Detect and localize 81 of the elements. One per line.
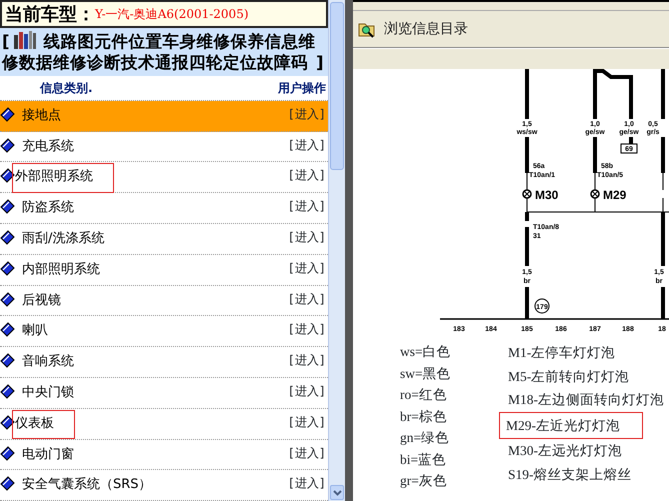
category-label: 音响系统 xyxy=(21,353,75,372)
component-legend-item: M1-左停车灯灯泡 xyxy=(507,344,616,362)
component-legend-item: M29-左近光灯灯泡 xyxy=(499,412,643,439)
scroll-down-button[interactable] xyxy=(330,485,344,500)
bracket-text: [ xyxy=(2,32,10,51)
viewer-title: 浏览信息目录 xyxy=(384,20,468,38)
model-value: Y-一汽-奥迪A6(2001-2005) xyxy=(95,6,249,23)
enter-link[interactable]: [进入] xyxy=(288,166,326,184)
wire xyxy=(594,198,596,212)
fuse-box xyxy=(620,144,638,154)
color-legend-item: bi=蓝色 xyxy=(400,450,448,468)
category-row[interactable]: 外部照明系统 [进入] xyxy=(0,162,328,194)
pencil-icon xyxy=(0,167,16,184)
category-label: 充电系统 xyxy=(21,138,75,156)
category-label: 仪表板 xyxy=(12,410,75,440)
enter-link[interactable]: [进入] xyxy=(288,258,326,277)
component-legend-item: S19-熔丝支架上熔丝 xyxy=(507,466,633,484)
title-text: 修数据维修诊断技术通报四轮定位故障码 xyxy=(2,53,308,72)
category-label: 喇叭 xyxy=(21,322,49,340)
pencil-icon xyxy=(0,321,16,338)
color-legend-item: ws=白色 xyxy=(400,343,452,361)
enter-link[interactable]: [进入] xyxy=(288,444,326,462)
pencil-icon xyxy=(0,475,16,492)
enter-link[interactable]: [进入] xyxy=(288,290,326,308)
color-legend-item: gr=灰色 xyxy=(400,472,448,490)
enter-link[interactable]: [进入] xyxy=(288,320,326,338)
category-label: 接地点 xyxy=(21,107,62,125)
column-header: 用户操作 xyxy=(278,80,326,97)
category-label: 雨刮/洗涤系统 xyxy=(21,230,106,248)
enter-link[interactable]: [进入] xyxy=(288,382,326,400)
component-legend-item: M30-左远光灯灯泡 xyxy=(507,442,623,460)
chevron-down-icon xyxy=(332,490,342,496)
category-label: 安全气囊系统（SRS） xyxy=(21,476,153,494)
color-legend-item: gn=绿色 xyxy=(400,429,450,447)
pencil-icon xyxy=(0,106,16,122)
enter-link[interactable]: [进入] xyxy=(288,105,326,123)
category-label: 防盗系统 xyxy=(21,199,75,218)
color-legend-item: sw=黑色 xyxy=(400,364,452,382)
wire xyxy=(593,69,633,119)
wire xyxy=(525,227,529,266)
scrollbar[interactable] xyxy=(328,0,345,501)
scrollbar-thumb[interactable] xyxy=(330,2,344,170)
bracket-text: ] xyxy=(316,53,324,72)
pencil-icon xyxy=(0,136,16,153)
enter-link[interactable]: [进入] xyxy=(288,228,326,246)
pencil-icon xyxy=(0,229,16,246)
pencil-icon xyxy=(0,352,16,368)
color-legend-item: ro=红色 xyxy=(400,386,448,404)
category-label: 电动门窗 xyxy=(21,446,75,464)
pencil-icon xyxy=(0,260,16,276)
component-legend-item: M5-左前转向灯灯泡 xyxy=(507,368,630,386)
model-label: 当前车型： xyxy=(5,2,95,26)
category-label: 外部照明系统 xyxy=(12,163,114,193)
wire xyxy=(661,287,665,319)
column-header: 信息类别. xyxy=(40,80,93,97)
enter-link[interactable]: [进入] xyxy=(288,412,326,431)
enter-link[interactable]: [进入] xyxy=(288,136,326,154)
enter-link[interactable]: [进入] xyxy=(288,197,326,216)
ground-point-circle xyxy=(534,298,550,314)
pencil-icon xyxy=(0,198,16,214)
enter-link[interactable]: [进入] xyxy=(288,474,326,492)
component-label: M30 xyxy=(535,188,558,202)
category-row[interactable]: 接地点 [进入] xyxy=(0,101,328,132)
pencil-icon xyxy=(0,382,16,399)
lamp-symbol xyxy=(522,189,532,199)
color-legend-item: br=棕色 xyxy=(400,408,448,426)
component-legend-item: M18-左边侧面转向灯灯泡 xyxy=(507,391,665,409)
lamp-symbol xyxy=(590,189,600,199)
books-icon xyxy=(12,30,38,50)
title-text: 线路图元件位置车身维修保养信息维 xyxy=(44,32,316,51)
component-label: M29 xyxy=(603,188,626,202)
pencil-icon xyxy=(0,290,16,307)
category-label: 中央门锁 xyxy=(21,384,75,402)
pencil-icon xyxy=(0,414,16,430)
category-label: 后视镜 xyxy=(21,292,62,310)
wire xyxy=(629,137,633,144)
category-row[interactable]: 仪表板 [进入] xyxy=(0,408,328,440)
category-label: 内部照明系统 xyxy=(21,260,101,279)
pencil-icon xyxy=(0,444,16,461)
enter-link[interactable]: [进入] xyxy=(288,351,326,370)
wire xyxy=(525,287,529,319)
